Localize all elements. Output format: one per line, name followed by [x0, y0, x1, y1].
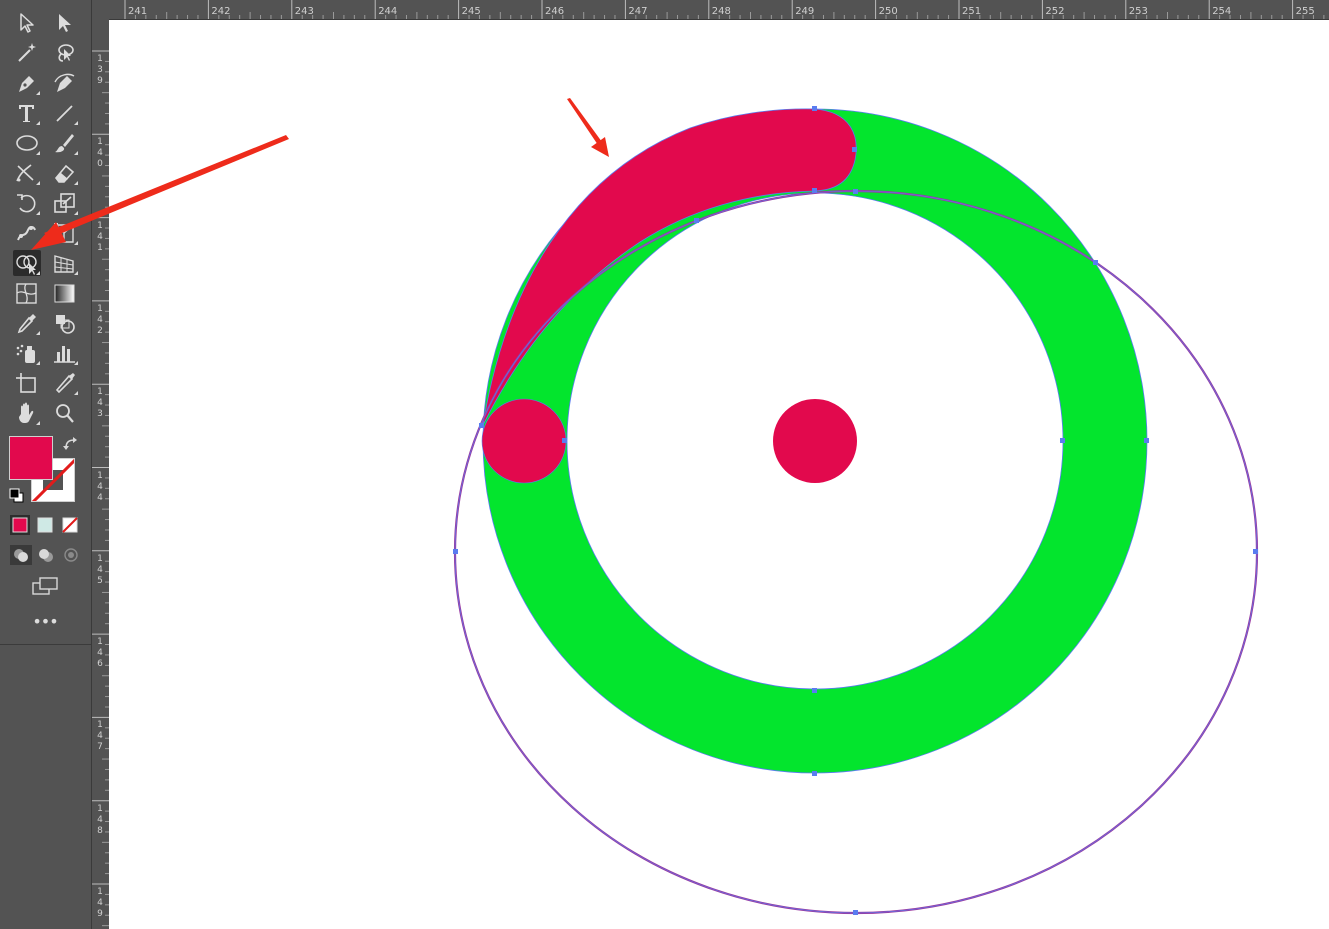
- vertical-ruler[interactable]: 139 140 141 142 143 144 145 146 147 148 149: [92, 19, 110, 929]
- gradient-icon: [54, 284, 75, 303]
- eraser-tool[interactable]: [51, 160, 79, 186]
- none-mode-button[interactable]: [60, 515, 80, 535]
- flyout-indicator-icon: [36, 241, 40, 245]
- color-mode-button[interactable]: [10, 515, 30, 535]
- shaper-tool[interactable]: [13, 160, 41, 186]
- flyout-indicator-icon: [36, 421, 40, 425]
- shape-builder-tool[interactable]: [13, 250, 41, 276]
- lasso-icon: [58, 44, 74, 62]
- rotate-tool[interactable]: [13, 190, 41, 216]
- flyout-indicator-icon: [36, 271, 40, 275]
- ruler-label: 250: [878, 6, 898, 17]
- flyout-indicator-icon: [36, 91, 40, 95]
- flyout-indicator-icon: [36, 361, 40, 365]
- ruler-label: 243: [294, 6, 314, 17]
- pen-tool[interactable]: [13, 70, 41, 96]
- line-segment-tool[interactable]: [51, 100, 79, 126]
- ruler-label: 249: [795, 6, 815, 17]
- swap-fill-stroke-icon[interactable]: [62, 436, 80, 454]
- paintbrush-tool[interactable]: [51, 130, 79, 156]
- ruler-label: 242: [211, 6, 231, 17]
- ruler-label: 142: [97, 303, 103, 336]
- ruler-label: 253: [1128, 6, 1148, 17]
- ruler-label: 252: [1045, 6, 1065, 17]
- ruler-label: 139: [97, 54, 103, 86]
- ruler-label: 254: [1212, 6, 1232, 17]
- lasso-tool[interactable]: [51, 40, 79, 66]
- flyout-indicator-icon: [36, 331, 40, 335]
- ruler-label: 148: [97, 803, 103, 836]
- gradient-tool[interactable]: [51, 280, 79, 306]
- ruler-label: 149: [97, 887, 103, 919]
- magic-wand-tool[interactable]: [13, 40, 41, 66]
- toolbar-divider: [0, 644, 91, 645]
- tools-panel: •••: [0, 0, 92, 929]
- type-tool[interactable]: [13, 100, 41, 126]
- draw-normal-button[interactable]: [10, 545, 32, 565]
- flyout-indicator-icon: [36, 211, 40, 215]
- eyedropper-tool[interactable]: [13, 310, 41, 336]
- flyout-indicator-icon: [36, 151, 40, 155]
- draw-inside-button[interactable]: [60, 545, 82, 565]
- ruler-label: 146: [97, 637, 103, 670]
- zoom-icon: [56, 404, 74, 423]
- direct-selection-arrow-icon: [59, 14, 71, 32]
- more-tools-button[interactable]: •••: [30, 612, 60, 632]
- curvature-tool[interactable]: [51, 70, 79, 96]
- flyout-indicator-icon: [36, 181, 40, 185]
- ruler-label: 246: [545, 6, 565, 17]
- ruler-label: 144: [97, 470, 103, 503]
- flyout-indicator-icon: [36, 121, 40, 125]
- blend-icon: [56, 315, 75, 334]
- ruler-label: 248: [711, 6, 731, 17]
- ruler-label: 241: [128, 6, 148, 17]
- curvature-pen-icon: [54, 73, 75, 92]
- ruler-label: 143: [97, 387, 103, 420]
- ruler-label: 251: [962, 6, 982, 17]
- ruler-label: 255: [1295, 6, 1315, 17]
- scale-tool[interactable]: [51, 190, 79, 216]
- hand-tool[interactable]: [13, 400, 41, 426]
- ellipse-tool[interactable]: [13, 130, 41, 156]
- ruler-label: 141: [97, 220, 103, 253]
- ruler-label: 140: [97, 137, 103, 170]
- fill-swatch[interactable]: [9, 436, 53, 480]
- artboard-icon: [16, 373, 36, 393]
- puppet-warp-tool[interactable]: [13, 220, 41, 246]
- ruler-label: 147: [97, 720, 103, 753]
- flyout-indicator-icon: [74, 121, 78, 125]
- flyout-indicator-icon: [74, 391, 78, 395]
- ruler-label: 244: [378, 6, 398, 17]
- slice-tool[interactable]: [51, 370, 79, 396]
- free-transform-tool[interactable]: [51, 220, 79, 246]
- flyout-indicator-icon: [74, 271, 78, 275]
- selection-tool[interactable]: [13, 10, 41, 36]
- flyout-indicator-icon: [74, 211, 78, 215]
- symbol-sprayer-tool[interactable]: [13, 340, 41, 366]
- magic-wand-icon: [18, 43, 36, 62]
- zoom-tool[interactable]: [51, 400, 79, 426]
- gradient-mode-button[interactable]: [35, 515, 55, 535]
- ruler-label: 247: [628, 6, 648, 17]
- default-fill-stroke-icon[interactable]: [9, 488, 25, 504]
- direct-selection-tool[interactable]: [51, 10, 79, 36]
- artboard-tool[interactable]: [13, 370, 41, 396]
- screen-mode-icon[interactable]: [30, 575, 60, 597]
- ruler-label: 245: [461, 6, 481, 17]
- blend-tool[interactable]: [51, 310, 79, 336]
- flyout-indicator-icon: [74, 181, 78, 185]
- flyout-indicator-icon: [74, 151, 78, 155]
- horizontal-ruler[interactable]: 241 242 243 244 245 246 247 248 249 250 251 252 253 2…: [92, 0, 1329, 20]
- perspective-grid-tool[interactable]: [51, 250, 79, 276]
- mesh-icon: [16, 283, 37, 304]
- selection-arrow-icon: [20, 13, 34, 33]
- mesh-tool[interactable]: [13, 280, 41, 306]
- flyout-indicator-icon: [74, 241, 78, 245]
- ruler-label: 145: [97, 553, 103, 586]
- column-graph-tool[interactable]: [51, 340, 79, 366]
- draw-behind-button[interactable]: [35, 545, 57, 565]
- artboard-canvas[interactable]: [109, 20, 1329, 929]
- flyout-indicator-icon: [74, 361, 78, 365]
